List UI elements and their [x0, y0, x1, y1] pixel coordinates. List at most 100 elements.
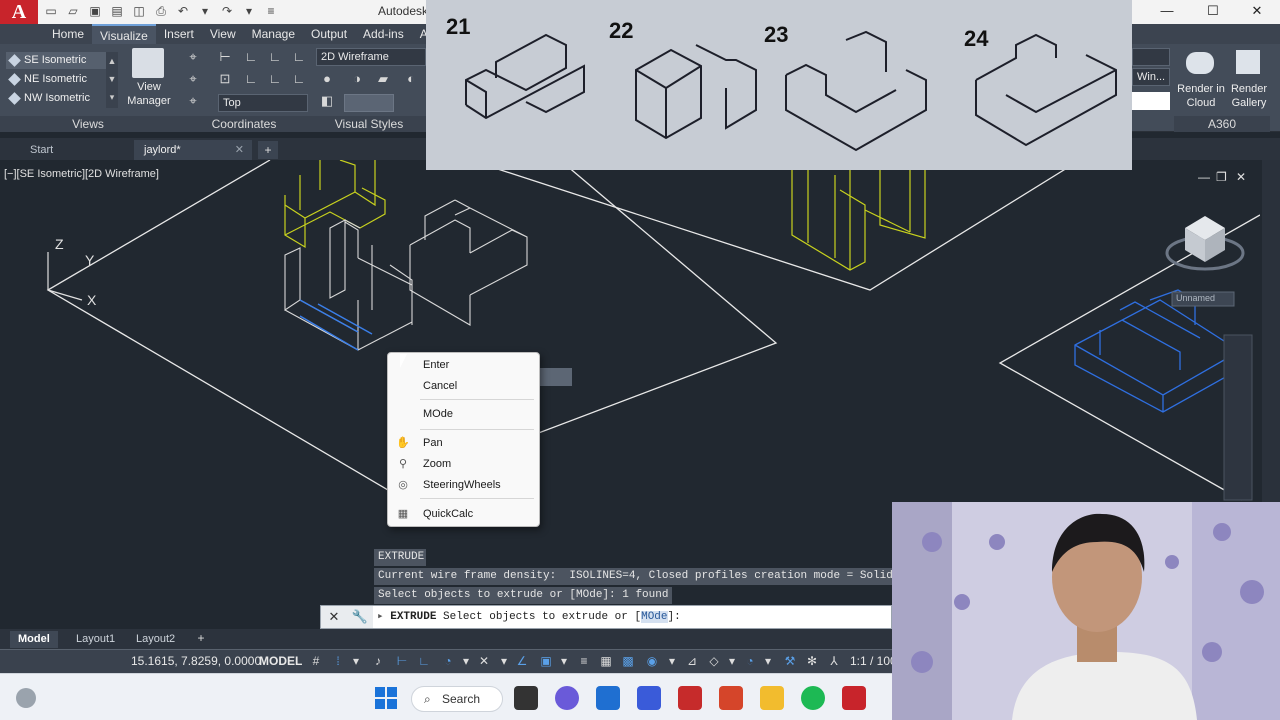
- annotation-visibility-icon[interactable]: ⚒: [782, 653, 798, 669]
- selection-filter-dropdown-icon[interactable]: ▾: [724, 653, 740, 669]
- tab-home[interactable]: Home: [44, 24, 92, 44]
- unnamed-ucs-label[interactable]: Unnamed: [1176, 293, 1215, 303]
- save-as-icon[interactable]: ▤: [108, 2, 126, 20]
- isodraft-dropdown-icon[interactable]: ▾: [496, 653, 512, 669]
- spotify-icon[interactable]: [801, 686, 825, 710]
- close-button[interactable]: ✕: [1234, 0, 1280, 24]
- customize-command-icon[interactable]: 🔧: [347, 606, 373, 628]
- menu-item-quickcalc[interactable]: ▦ QuickCalc: [388, 504, 539, 524]
- object-snap-tracking-icon[interactable]: ∠: [514, 653, 530, 669]
- render-size-field[interactable]: [1132, 92, 1170, 110]
- tab-view[interactable]: View: [202, 24, 244, 44]
- polar-tracking-icon[interactable]: ◔: [440, 653, 456, 669]
- visual-style-color-icon[interactable]: ▰: [372, 70, 394, 88]
- grid-icon[interactable]: #: [308, 653, 324, 669]
- transparency-icon[interactable]: ▦: [598, 653, 614, 669]
- undo-icon[interactable]: ↶: [174, 2, 192, 20]
- autocad-taskbar-icon[interactable]: [842, 686, 866, 710]
- object-snap-dropdown-icon[interactable]: ▾: [556, 653, 572, 669]
- dynamic-ucs-icon[interactable]: ⊿: [684, 653, 700, 669]
- weather-icon[interactable]: [16, 688, 36, 708]
- visual-styles-panel-title[interactable]: Visual Styles: [312, 116, 426, 132]
- ucs-icon[interactable]: ⌖: [182, 48, 204, 66]
- shading-icon[interactable]: ◑: [346, 70, 368, 88]
- add-layout-icon[interactable]: +: [192, 630, 210, 647]
- chat-icon[interactable]: [555, 686, 579, 710]
- ucs-world-icon[interactable]: ⊢: [214, 48, 236, 66]
- new-file-icon[interactable]: ▭: [42, 2, 60, 20]
- ucs-y-icon[interactable]: ∟: [288, 48, 310, 66]
- view-se-isometric[interactable]: SE Isometric: [6, 52, 106, 69]
- tab-insert[interactable]: Insert: [156, 24, 202, 44]
- ucs-origin-icon[interactable]: ∟: [240, 48, 262, 66]
- ucs-face-icon[interactable]: ⌖: [182, 70, 204, 88]
- view-nw-isometric[interactable]: NW Isometric: [6, 90, 106, 107]
- view-ne-isometric[interactable]: NE Isometric: [6, 71, 106, 88]
- 3d-osnap-icon[interactable]: ◉: [644, 653, 660, 669]
- tab-output[interactable]: Output: [303, 24, 355, 44]
- isodraft-icon[interactable]: ✕: [476, 653, 492, 669]
- maximize-button[interactable]: ☐: [1190, 0, 1236, 24]
- views-scroll[interactable]: ▲ ▼ ▾: [106, 52, 118, 108]
- file-explorer-icon[interactable]: [760, 686, 784, 710]
- lineweight-icon[interactable]: ≡: [576, 653, 592, 669]
- render-in-cloud-button[interactable]: Render in Cloud: [1174, 82, 1228, 110]
- menu-item-mode[interactable]: MOde: [388, 404, 539, 424]
- tab-jaylord[interactable]: jaylord* ✕: [134, 140, 252, 160]
- visual-style-dropdown[interactable]: 2D Wireframe: [316, 48, 426, 66]
- render-preset-dropdown[interactable]: [1132, 48, 1170, 66]
- object-snap-icon[interactable]: ▣: [538, 653, 554, 669]
- snap-icon[interactable]: ⁞: [330, 653, 346, 669]
- taskbar-search[interactable]: ⌕ Search: [411, 686, 503, 712]
- tab-model[interactable]: Model: [10, 631, 58, 648]
- model-space-button[interactable]: MODEL: [259, 654, 302, 668]
- tab-start[interactable]: Start: [20, 140, 130, 160]
- ucs-top-dropdown[interactable]: Top: [218, 94, 308, 112]
- gizmo-dropdown-icon[interactable]: ▾: [760, 653, 776, 669]
- 3d-osnap-dropdown-icon[interactable]: ▾: [664, 653, 680, 669]
- tab-layout1[interactable]: Layout1: [68, 631, 123, 648]
- close-command-icon[interactable]: ✕: [321, 606, 347, 628]
- selection-filter-icon[interactable]: ◇: [706, 653, 722, 669]
- render-cloud-icon[interactable]: [1186, 52, 1214, 74]
- render-window-dropdown[interactable]: Win...: [1132, 68, 1170, 86]
- annotation-scale-icon[interactable]: ⅄: [826, 653, 842, 669]
- ucs-z-icon[interactable]: ∟: [264, 70, 286, 88]
- pen-app-icon[interactable]: [637, 686, 661, 710]
- ucs-x-icon[interactable]: ∟: [264, 48, 286, 66]
- sphere-style-icon[interactable]: ●: [316, 70, 338, 88]
- visual-style-more-icon[interactable]: ◐: [400, 70, 422, 88]
- office-icon[interactable]: [719, 686, 743, 710]
- ortho-icon[interactable]: ∟: [416, 653, 432, 669]
- opacity-field[interactable]: [344, 94, 394, 112]
- snap-dropdown-icon[interactable]: ▾: [348, 653, 364, 669]
- undo-dropdown-icon[interactable]: ▾: [196, 2, 214, 20]
- tab-manage[interactable]: Manage: [244, 24, 303, 44]
- dynamic-input-icon[interactable]: ⊢: [394, 653, 410, 669]
- ucs-named-icon[interactable]: ⌖: [182, 92, 204, 110]
- close-tab-icon[interactable]: ✕: [235, 140, 244, 160]
- gizmo-icon[interactable]: ◔: [742, 653, 758, 669]
- store-icon[interactable]: [596, 686, 620, 710]
- viewport-close-icon[interactable]: ✕: [1236, 170, 1246, 184]
- auto-scale-icon[interactable]: ✻: [804, 653, 820, 669]
- viewport-minimize-icon[interactable]: —: [1198, 170, 1210, 184]
- infer-constraints-icon[interactable]: ♪: [370, 653, 386, 669]
- task-view-icon[interactable]: [514, 686, 538, 710]
- view-manager-button[interactable]: View Manager: [124, 80, 174, 108]
- mcafee-icon[interactable]: [678, 686, 702, 710]
- tab-layout2[interactable]: Layout2: [128, 631, 183, 648]
- redo-dropdown-icon[interactable]: ▾: [240, 2, 258, 20]
- ucs-3point-icon[interactable]: ∟: [288, 70, 310, 88]
- menu-item-steeringwheels[interactable]: ◎ SteeringWheels: [388, 475, 539, 495]
- command-input[interactable]: ▸ EXTRUDE Select objects to extrude or […: [377, 606, 681, 628]
- view-manager-icon[interactable]: [132, 48, 164, 78]
- ucs-object-icon[interactable]: ⊡: [214, 70, 236, 88]
- save-icon[interactable]: ▣: [86, 2, 104, 20]
- menu-item-pan[interactable]: ✋ Pan: [388, 433, 539, 453]
- viewport-restore-icon[interactable]: ❐: [1216, 170, 1227, 184]
- render-gallery-icon[interactable]: [1236, 50, 1260, 74]
- menu-item-cancel[interactable]: Cancel: [388, 376, 539, 396]
- polar-dropdown-icon[interactable]: ▾: [458, 653, 474, 669]
- autocad-logo-button[interactable]: A: [0, 0, 38, 24]
